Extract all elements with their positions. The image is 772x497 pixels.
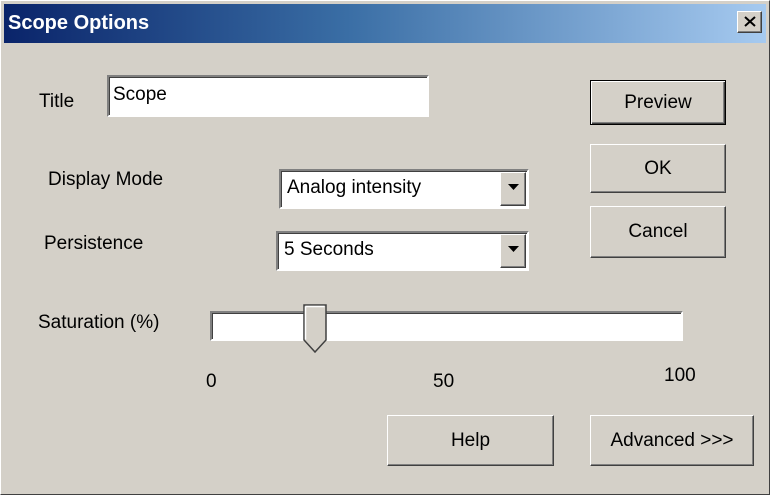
- preview-button[interactable]: Preview: [590, 80, 726, 125]
- scope-options-dialog: Scope Options Title Display Mode Analog …: [0, 0, 770, 495]
- persistence-dropdown-button[interactable]: [500, 234, 526, 268]
- persistence-label: Persistence: [44, 233, 144, 254]
- close-button[interactable]: [737, 11, 762, 33]
- cancel-button[interactable]: Cancel: [590, 206, 726, 258]
- saturation-tick-mid: 50: [433, 371, 455, 392]
- chevron-down-icon: [508, 246, 519, 252]
- display-mode-dropdown-button[interactable]: [500, 172, 526, 206]
- persistence-value: 5 Seconds: [284, 239, 374, 260]
- chevron-down-icon: [508, 184, 519, 190]
- title-label: Title: [39, 91, 75, 112]
- saturation-slider-thumb[interactable]: [302, 304, 327, 354]
- close-icon: [744, 16, 756, 27]
- advanced-button[interactable]: Advanced >>>: [590, 415, 754, 466]
- dialog-title: Scope Options: [8, 12, 150, 34]
- title-bar[interactable]: Scope Options: [4, 4, 766, 43]
- saturation-label: Saturation (%): [38, 312, 160, 333]
- saturation-tick-max: 100: [664, 365, 696, 386]
- display-mode-value: Analog intensity: [287, 177, 422, 198]
- display-mode-dropdown[interactable]: Analog intensity: [279, 169, 529, 209]
- ok-button[interactable]: OK: [590, 144, 726, 193]
- saturation-slider-track[interactable]: [210, 311, 683, 341]
- title-input-box[interactable]: [107, 75, 429, 117]
- help-button[interactable]: Help: [387, 415, 554, 466]
- title-input[interactable]: [113, 80, 413, 110]
- persistence-dropdown[interactable]: 5 Seconds: [276, 231, 529, 271]
- display-mode-label: Display Mode: [48, 169, 164, 190]
- saturation-tick-min: 0: [206, 371, 217, 392]
